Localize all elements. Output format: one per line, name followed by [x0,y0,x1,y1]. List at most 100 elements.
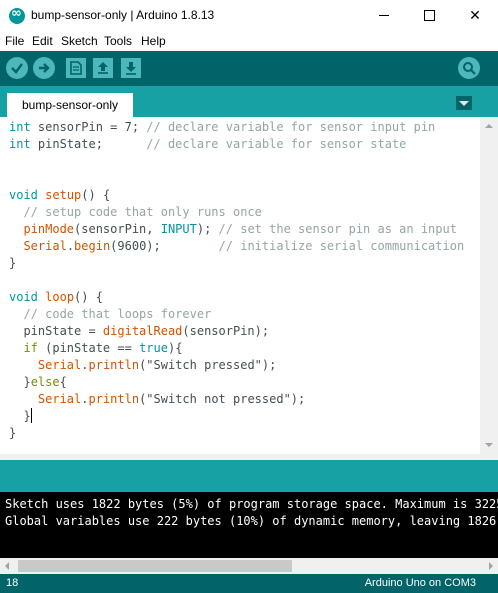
title-bar: bump-sensor-only | Arduino 1.8.13 ✕ [0,0,498,32]
code-line[interactable]: // code that loops forever [9,306,211,323]
open-icon [98,62,108,74]
code-token: void [9,290,38,304]
code-line[interactable]: Serial.println("Switch not pressed"); [9,391,305,408]
tab-bump-sensor-only[interactable]: bump-sensor-only [7,93,133,117]
code-token: ); [196,222,219,236]
code-token: // set the sensor pin as an input [218,222,457,236]
code-token: Serial [37,392,82,406]
console-horizontal-scrollbar[interactable] [0,558,498,574]
code-token: if [23,341,38,355]
code-line[interactable]: Serial.begin(9600); // initialize serial… [9,238,464,255]
code-token: // declare variable for sensor state [146,137,407,151]
verify-button[interactable] [6,57,28,79]
code-token: true [139,341,168,355]
new-button[interactable] [66,58,86,78]
code-token: () { [74,290,103,304]
code-token: setup [45,188,82,202]
close-button[interactable]: ✕ [452,0,498,31]
menu-file[interactable]: File [5,34,24,48]
code-token: digitalRead [102,324,183,338]
code-line[interactable]: // setup code that only runs once [9,204,262,221]
tab-strip: bump-sensor-only [0,86,498,117]
arduino-logo-icon [9,6,25,24]
scroll-left-icon[interactable] [5,562,9,570]
code-token: begin [74,239,111,253]
status-bar: 18 Arduino Uno on COM3 [0,574,498,593]
code-token: // declare variable for sensor input pin [146,120,436,134]
new-icon [70,61,82,75]
serial-monitor-button[interactable] [458,57,480,79]
code-line[interactable]: }else{ [9,374,66,391]
upload-icon [39,63,50,73]
code-token: // initialize serial communication [218,239,465,253]
code-token: // code that loops forever [23,307,212,321]
scroll-down-icon[interactable] [480,437,498,454]
code-token: // setup code that only runs once [23,205,262,219]
code-token: INPUT [160,222,197,236]
menu-help[interactable]: Help [141,34,166,48]
code-token: ){ [167,341,183,355]
code-token: sensorPin = 7; [30,120,147,134]
code-token: int [9,120,31,134]
code-line[interactable]: pinState = digitalRead(sensorPin); [9,323,269,340]
code-line[interactable]: pinMode(sensorPin, INPUT); // set the se… [9,221,457,238]
code-token: pinState; [30,137,147,151]
code-token: println [88,358,140,372]
upload-button[interactable] [33,57,55,79]
code-token: ("Switch pressed"); [139,358,277,372]
code-editor[interactable]: int sensorPin = 7; // declare variable f… [0,117,480,454]
code-line[interactable]: int sensorPin = 7; // declare variable f… [9,119,435,136]
code-token: } [9,256,17,270]
text-caret [30,408,32,423]
code-token: . [81,358,89,372]
menu-sketch[interactable]: Sketch [61,34,98,48]
code-token: Serial [37,358,82,372]
code-token: () { [81,188,111,202]
code-line[interactable]: } [9,255,16,272]
menu-tools[interactable]: Tools [104,34,132,48]
editor-vertical-scrollbar[interactable] [480,117,498,454]
code-token: (sensorPin, [74,222,161,236]
code-line[interactable]: } [9,425,16,442]
code-token: int [9,137,31,151]
code-line[interactable]: int pinState; // declare variable for se… [9,136,406,153]
save-button[interactable] [121,58,141,78]
menu-edit[interactable]: Edit [32,34,53,48]
line-number: 18 [6,577,19,589]
code-line[interactable]: void setup() { [9,187,110,204]
menu-bar: File Edit Sketch Tools Help [0,32,498,51]
code-token: (pinState == [37,341,140,355]
open-button[interactable] [93,58,113,78]
code-line[interactable]: void loop() { [9,289,103,306]
scroll-right-icon[interactable] [489,562,493,570]
code-token: } [9,375,31,389]
tab-menu-dropdown-icon[interactable] [456,96,472,110]
code-line[interactable]: if (pinState == true){ [9,340,182,357]
minimize-button[interactable] [361,0,407,31]
scroll-up-icon[interactable] [480,117,498,134]
console-line: Sketch uses 1822 bytes (5%) of program s… [5,497,498,511]
console-header-bar [0,460,498,492]
close-icon: ✕ [469,7,481,24]
save-icon [126,62,136,75]
code-line[interactable]: } [9,408,32,425]
code-line[interactable]: Serial.println("Switch pressed"); [9,357,276,374]
code-token: } [9,409,31,423]
code-token: } [9,426,17,440]
scrollbar-thumb[interactable] [18,560,292,572]
code-token: . [66,239,75,253]
code-token: loop [45,290,75,304]
code-token: . [81,392,89,406]
maximize-button[interactable] [406,0,452,31]
code-token: ("Switch not pressed"); [139,392,306,406]
minimize-icon [379,15,389,16]
code-token: pinMode [23,222,75,236]
verify-icon [11,63,23,74]
window-title: bump-sensor-only | Arduino 1.8.13 [31,8,215,22]
toolbar [0,51,498,86]
